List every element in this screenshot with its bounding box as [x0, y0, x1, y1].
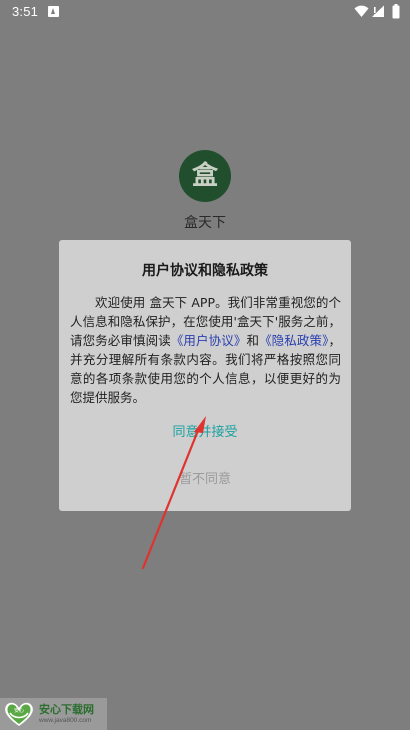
watermark-badge-text: 安心	[14, 707, 24, 714]
app-name: 盒天下	[184, 215, 226, 231]
watermark-logo-icon: 安心	[5, 702, 33, 726]
dialog-title: 用户协议和隐私政策	[142, 263, 268, 279]
privacy-dialog: 用户协议和隐私政策 欢迎使用 盒天下 APP。我们非常重视您的个人信息和隐私保护…	[59, 240, 351, 511]
app-logo-glyph: 盒	[191, 161, 218, 191]
screen: 3:51 盒 盒天下 用户协议和隐私政策 欢迎使用 盒天下 APP。我们非常重视…	[0, 0, 410, 730]
decline-button[interactable]: 暂不同意	[155, 469, 255, 491]
accept-button[interactable]: 同意并接受	[155, 422, 255, 444]
status-bar: 3:51	[0, 0, 410, 24]
wifi-icon	[354, 5, 369, 18]
user-agreement-link[interactable]: 《用户协议》	[171, 333, 247, 348]
watermark-url: www.java800.com	[39, 717, 92, 724]
dialog-body: 欢迎使用 盒天下 APP。我们非常重视您的个人信息和隐私保护，在您使用'盒天下'…	[70, 293, 341, 407]
signal-icon	[372, 5, 384, 17]
watermark-title: 安心下载网	[39, 703, 94, 716]
dialog-body-conjunction: 和	[246, 333, 260, 348]
app-logo: 盒	[179, 150, 231, 202]
watermark: 安心 安心下载网 www.java800.com	[0, 698, 107, 730]
privacy-policy-link[interactable]: 《隐私政策》	[259, 333, 328, 348]
notification-icon	[48, 6, 59, 17]
battery-icon	[392, 4, 400, 19]
status-time: 3:51	[12, 4, 39, 19]
